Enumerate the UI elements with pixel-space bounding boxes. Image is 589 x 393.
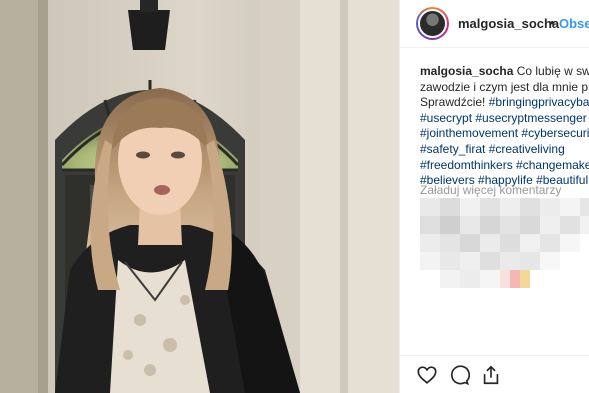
- pixel-cell: [520, 198, 540, 216]
- pixel-cell: [500, 216, 520, 234]
- pixel-cell: [440, 198, 460, 216]
- pixel-cell: [460, 252, 480, 270]
- caption-line-1: malgosia_socha Co lubię w swoim: [420, 64, 589, 80]
- pixel-cell: [560, 234, 580, 252]
- hashtag-link[interactable]: #safety_firat #creativeliving: [420, 142, 589, 158]
- share-icon[interactable]: [480, 364, 502, 386]
- separator-dot: •: [550, 15, 555, 30]
- hashtag-link[interactable]: #jointhemovement #cybersecurity: [420, 126, 589, 142]
- pixel-cell: [460, 270, 480, 288]
- pixel-cell: [460, 234, 480, 252]
- pixel-cell: [540, 252, 560, 270]
- pixel-cell: [420, 252, 440, 270]
- hashtag-link[interactable]: #freedomthinkers #changemakers: [420, 158, 589, 174]
- pixel-cell: [460, 216, 480, 234]
- pixel-cell: [420, 216, 440, 234]
- post-header: malgosia_socha • Obserwuj: [400, 0, 589, 48]
- pixel-cell: [580, 234, 589, 252]
- pixel-cell: [540, 234, 560, 252]
- pixel-cell: [580, 216, 589, 234]
- pixel-cell: [500, 198, 520, 216]
- pixel-cell: [560, 216, 580, 234]
- pixel-cell: [520, 234, 540, 252]
- follow-button[interactable]: Obserwuj: [559, 16, 589, 31]
- pixel-cell: [530, 270, 589, 288]
- heart-icon[interactable]: [416, 364, 438, 386]
- pixel-cell: [500, 234, 520, 252]
- caption-text-2: zawodzie i czym jest dla mnie pr: [420, 79, 589, 94]
- pixelated-comments: [420, 198, 589, 288]
- pixel-cell: [480, 216, 500, 234]
- pixel-cell: [520, 270, 530, 288]
- pixel-cell: [460, 198, 480, 216]
- pixel-cell: [420, 270, 440, 288]
- pixel-cell: [480, 198, 500, 216]
- pixel-cell: [440, 216, 460, 234]
- hashtag-link[interactable]: #usecrypt #usecryptmessenger: [420, 111, 589, 127]
- share-icon-shape: [483, 365, 499, 385]
- pixel-cell: [540, 216, 560, 234]
- load-more-comments-button[interactable]: Załaduj więcej komentarzy: [420, 183, 561, 197]
- post-image[interactable]: [0, 0, 399, 393]
- pixel-cell: [480, 270, 500, 288]
- pixel-cell: [560, 252, 580, 270]
- pixel-cell: [540, 198, 560, 216]
- pixel-cell: [520, 216, 540, 234]
- post-actions: [400, 355, 589, 393]
- pixel-cell: [580, 198, 589, 216]
- comment-icon-shape: [451, 365, 470, 386]
- pixel-cell: [420, 198, 440, 216]
- pixel-cell: [440, 270, 460, 288]
- avatar-photo: [418, 9, 447, 38]
- caption-username[interactable]: malgosia_socha: [420, 64, 513, 78]
- caption-text-1: Co lubię w swoim: [516, 64, 589, 78]
- pixel-cell: [510, 270, 520, 288]
- pixel-cell: [520, 252, 540, 270]
- pixel-cell: [420, 234, 440, 252]
- pixel-cell: [580, 252, 589, 270]
- pixel-cell: [500, 252, 520, 270]
- pixel-cell: [440, 252, 460, 270]
- pixel-cell: [560, 198, 580, 216]
- avatar[interactable]: [416, 7, 449, 40]
- post-side-panel: malgosia_socha • Obserwuj malgosia_socha…: [399, 0, 589, 393]
- caption-text-3: Sprawdźcie!: [420, 95, 486, 110]
- caption-line-3: Sprawdźcie! #bringingprivacyback: [420, 95, 589, 111]
- pixel-cell: [440, 234, 460, 252]
- comment-icon[interactable]: [448, 364, 470, 386]
- post-photo: [0, 0, 399, 393]
- hashtag-link[interactable]: #bringingprivacyback: [489, 95, 589, 109]
- header-username[interactable]: malgosia_socha: [458, 16, 559, 31]
- post-caption: malgosia_socha Co lubię w swoim zawodzie…: [420, 64, 589, 189]
- pixel-cell: [480, 234, 500, 252]
- heart-icon-shape: [417, 366, 437, 384]
- pixel-cell: [480, 252, 500, 270]
